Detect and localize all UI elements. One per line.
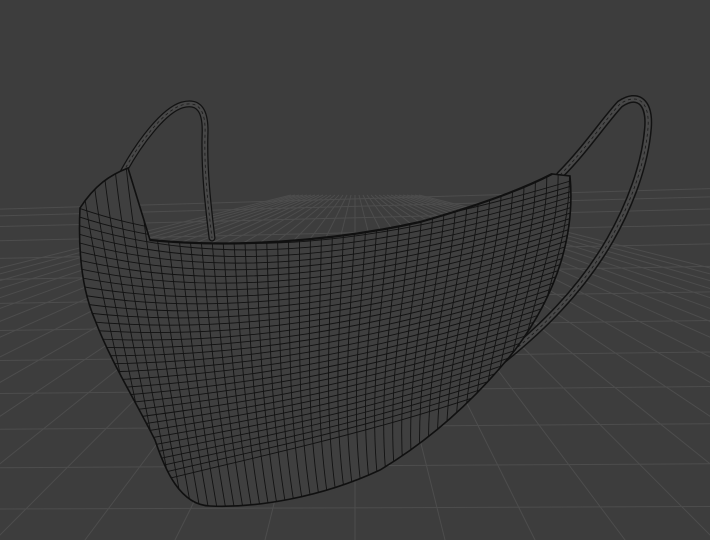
viewport-scene[interactable] xyxy=(0,0,710,540)
3d-viewport[interactable] xyxy=(0,0,710,540)
mask-mesh xyxy=(78,166,572,508)
